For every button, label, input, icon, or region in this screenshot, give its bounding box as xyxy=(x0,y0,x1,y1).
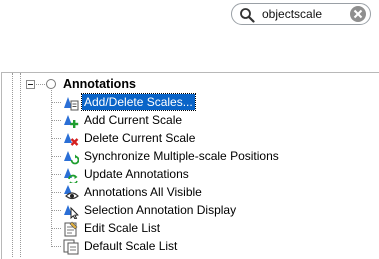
tree-guide-line xyxy=(52,174,61,175)
default-list-icon xyxy=(63,239,79,255)
tree-item-label: Selection Annotation Display xyxy=(84,203,237,217)
tree-guide-line xyxy=(52,120,61,121)
tree-guide-line xyxy=(52,138,61,139)
sync-scale-icon xyxy=(64,151,79,165)
add-scale-icon xyxy=(64,115,79,128)
tree-item-label: Delete Current Scale xyxy=(84,131,196,145)
delete-scale-icon xyxy=(64,133,79,146)
tree-item-label: Add Current Scale xyxy=(84,113,183,127)
search-input[interactable] xyxy=(262,6,342,22)
tree-guide-line xyxy=(52,156,61,157)
category-radio[interactable] xyxy=(46,79,56,89)
selection-cursor-icon xyxy=(64,205,79,219)
tree-guide-line xyxy=(52,228,61,229)
tree-item-label: Annotations All Visible xyxy=(84,185,202,199)
tree-guide-line xyxy=(52,192,61,193)
clear-search-button[interactable] xyxy=(350,6,366,22)
close-icon xyxy=(353,9,363,19)
tree-guide-line xyxy=(36,84,45,85)
tree-guide-line xyxy=(52,210,61,211)
search-box[interactable] xyxy=(231,3,371,25)
edit-list-icon xyxy=(64,221,78,237)
tree-item-label: Add/Delete Scales... xyxy=(81,93,196,111)
tree-root-annotations[interactable]: Annotations xyxy=(63,77,136,91)
tree-guide-line xyxy=(20,73,21,257)
tree-item-label: Update Annotations xyxy=(84,167,189,181)
tree-item-label: Synchronize Multiple-scale Positions xyxy=(84,149,279,163)
scale-list-icon xyxy=(64,97,79,111)
update-annotations-icon xyxy=(64,168,78,183)
visible-eye-icon xyxy=(64,185,79,200)
search-icon xyxy=(240,8,255,23)
tree-item-label: Edit Scale List xyxy=(84,221,161,235)
tree-item-label: Default Scale List xyxy=(84,239,178,253)
collapse-toggle[interactable] xyxy=(26,80,35,89)
tree-guide-line xyxy=(12,73,13,257)
tree-guide-line xyxy=(51,90,52,247)
tree-guide-line xyxy=(52,246,61,247)
tree-guide-line xyxy=(52,102,61,103)
